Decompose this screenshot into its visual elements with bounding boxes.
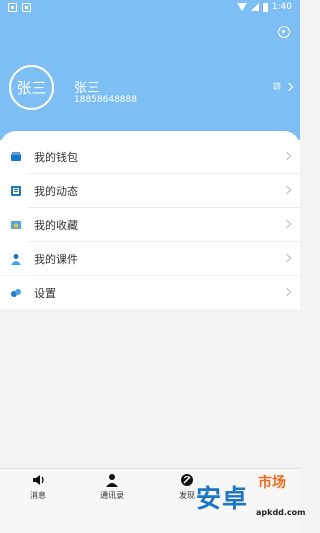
courseware-icon (11, 254, 21, 265)
target-settings-icon[interactable] (278, 26, 290, 38)
wifi-icon (236, 3, 247, 11)
menu-item-settings[interactable]: 设置 (0, 276, 300, 309)
chevron-right-icon (282, 151, 292, 161)
discover-icon (181, 474, 193, 486)
menu-card: 我的钱包 我的动态 我的收藏 我的课件 (0, 131, 300, 275)
speaker-icon (33, 475, 44, 485)
chevron-right-icon (282, 287, 292, 297)
settings-icon (11, 289, 21, 297)
nav-label: 消息 (30, 491, 46, 500)
menu-item-courseware[interactable]: 我的课件 (0, 242, 300, 275)
wallet-icon (11, 152, 21, 161)
profile-header: 1:40 张三 张三 18858648888 跻 (0, 0, 300, 150)
chevron-right-icon (282, 185, 292, 195)
watermark-market-text: 市场 (258, 475, 286, 491)
battery-icon (262, 2, 268, 12)
watermark-main-text: 安卓 (196, 484, 249, 513)
menu-item-label: 我的钱包 (34, 151, 78, 164)
status-system-icons: 1:40 (236, 2, 292, 12)
status-bar: 1:40 (0, 0, 300, 16)
nav-tab-messages[interactable]: 消息 (18, 473, 58, 503)
watermark-site-text: apkdd.com (256, 508, 306, 517)
chevron-right-icon (282, 219, 292, 229)
avatar-text: 张三 (16, 79, 47, 97)
menu-item-activity[interactable]: 我的动态 (0, 174, 300, 207)
settings-label: 设置 (34, 287, 56, 300)
user-name: 张三 (74, 81, 101, 96)
status-time: 1:40 (271, 2, 292, 12)
status-notification-icons (8, 3, 31, 12)
signal-icon (250, 3, 259, 11)
menu-item-label: 我的课件 (34, 253, 78, 266)
menu-item-label: 我的动态 (34, 185, 78, 198)
avatar[interactable]: 张三 (9, 65, 54, 110)
apkdd-watermark: 安卓 市场 apkdd.com (196, 472, 306, 533)
chevron-right-icon (284, 82, 294, 91)
nav-tab-contacts[interactable]: 通讯录 (92, 473, 132, 503)
menu-item-wallet[interactable]: 我的钱包 (0, 140, 300, 173)
contacts-icon (106, 474, 118, 487)
nav-label: 通讯录 (100, 491, 124, 500)
notification-icon (22, 3, 31, 12)
chevron-right-icon (282, 253, 292, 263)
favorites-icon (11, 221, 21, 229)
user-phone: 18858648888 (74, 95, 137, 105)
activity-icon (11, 186, 21, 196)
profile-link-label: 跻 (273, 82, 281, 91)
menu-item-favorites[interactable]: 我的收藏 (0, 208, 300, 241)
menu-item-label: 我的收藏 (34, 219, 78, 232)
profile-detail-link[interactable]: 跻 (273, 81, 294, 92)
notification-icon (8, 3, 17, 12)
